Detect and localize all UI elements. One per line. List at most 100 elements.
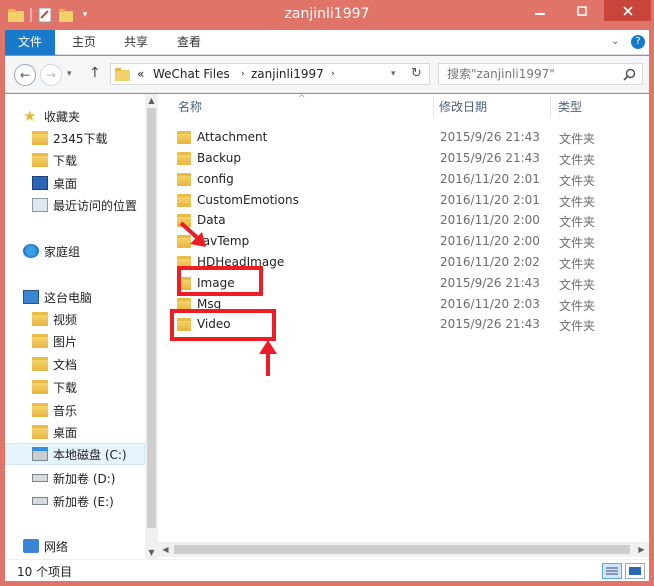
nav-item-drive-c[interactable]: 本地磁盘 (C:) — [5, 443, 145, 465]
desktop-icon — [32, 176, 48, 190]
scrollbar-thumb[interactable] — [147, 108, 156, 528]
window-icon[interactable] — [8, 6, 24, 24]
table-row[interactable]: FavTemp 2016/11/20 2:00 文件夹 — [173, 231, 643, 252]
tab-file[interactable]: 文件 — [5, 30, 55, 55]
ribbon-tabs: 文件 主页 共享 查看 ⌄ ? — [5, 30, 649, 55]
drive-icon — [32, 474, 48, 482]
network-icon — [23, 539, 39, 553]
desktop-folder-icon — [32, 425, 48, 439]
search-box[interactable] — [438, 63, 643, 85]
folder-icon — [177, 152, 191, 165]
recent-places-icon — [32, 198, 48, 212]
nav-item-drive-d[interactable]: 新加卷 (D:) — [5, 467, 145, 489]
nav-item-desktop-pc[interactable]: 桌面 — [5, 421, 145, 443]
maximize-button[interactable] — [562, 0, 602, 21]
scroll-left-icon[interactable]: ◀ — [158, 542, 173, 557]
nav-item-music[interactable]: 音乐 — [5, 399, 145, 421]
navigation-bar: ← → ▾ ↑ « WeChat Files › zanjinli1997 › … — [5, 56, 649, 93]
drive-icon — [32, 497, 48, 505]
column-header-name[interactable]: 名称 — [178, 94, 202, 120]
system-drive-icon — [32, 447, 48, 461]
nav-item-pictures[interactable]: 图片 — [5, 330, 145, 352]
toolbar-divider — [30, 8, 32, 22]
recent-locations-dropdown-icon[interactable]: ▾ — [67, 69, 72, 79]
breadcrumb-chevron-icon[interactable]: › — [331, 69, 335, 79]
item-count: 10 个项目 — [17, 565, 73, 579]
table-row[interactable]: config 2016/11/20 2:01 文件夹 — [173, 169, 643, 190]
ribbon-expand-icon[interactable]: ⌄ — [611, 36, 619, 47]
title-bar: ▾ zanjinli1997 — [0, 0, 654, 30]
star-icon: ★ — [23, 107, 37, 125]
nav-item-2345-download[interactable]: 2345下载 — [5, 127, 145, 149]
address-segment-wechat-files[interactable]: WeChat Files — [153, 67, 230, 81]
download-folder-icon — [32, 380, 48, 394]
pictures-folder-icon — [32, 334, 48, 348]
new-folder-icon[interactable] — [58, 6, 74, 24]
address-bar[interactable]: « WeChat Files › zanjinli1997 › ▾ ↻ — [110, 63, 430, 85]
nav-pane-scrollbar[interactable]: ▲ ▼ — [145, 94, 158, 559]
table-row[interactable]: CustomEmotions 2016/11/20 2:01 文件夹 — [173, 190, 643, 211]
nav-item-documents[interactable]: 文档 — [5, 353, 145, 375]
column-header-type[interactable]: 类型 — [558, 94, 582, 120]
download-folder-icon — [32, 153, 48, 167]
file-list: ^ 名称 修改日期 类型 Attachment 2015/9/26 21:43 … — [158, 94, 649, 559]
nav-item-downloads[interactable]: 下载 — [5, 149, 145, 171]
nav-item-network[interactable]: 网络 — [5, 535, 145, 557]
table-row[interactable]: Backup 2015/9/26 21:43 文件夹 — [173, 148, 643, 169]
tab-view[interactable]: 查看 — [168, 30, 210, 55]
tab-home[interactable]: 主页 — [63, 30, 105, 55]
status-bar: 10 个项目 — [5, 559, 649, 581]
minimize-button[interactable] — [520, 0, 560, 21]
quick-access-dropdown-icon[interactable]: ▾ — [79, 6, 91, 24]
large-icons-view-button[interactable] — [625, 563, 645, 579]
table-row[interactable]: Data 2016/11/20 2:00 文件夹 — [173, 210, 643, 231]
nav-item-videos[interactable]: 视频 — [5, 308, 145, 330]
address-segment-zanjinli1997[interactable]: zanjinli1997 — [251, 67, 324, 81]
address-overflow[interactable]: « — [137, 67, 144, 81]
navigation-pane: ★ 收藏夹 2345下载 下载 桌面 最近访问的位置 家庭组 这台电脑 视频 图… — [5, 94, 145, 559]
search-icon[interactable] — [623, 68, 636, 81]
back-button[interactable]: ← — [14, 64, 36, 86]
nav-item-homegroup[interactable]: 家庭组 — [5, 240, 145, 262]
nav-item-this-pc[interactable]: 这台电脑 — [5, 286, 145, 308]
help-icon[interactable]: ? — [631, 35, 645, 49]
column-divider[interactable] — [550, 96, 551, 118]
folder-icon — [177, 173, 191, 186]
highlight-box-video — [170, 309, 276, 341]
nav-item-desktop[interactable]: 桌面 — [5, 172, 145, 194]
red-arrow-icon — [179, 221, 206, 247]
properties-icon[interactable] — [37, 6, 53, 24]
details-view-icon — [606, 567, 618, 575]
forward-button[interactable]: → — [40, 64, 62, 86]
music-folder-icon — [32, 403, 48, 417]
close-icon — [622, 5, 633, 16]
videos-folder-icon — [32, 312, 48, 326]
nav-item-recent-places[interactable]: 最近访问的位置 — [5, 194, 145, 216]
sort-ascending-icon: ^ — [298, 94, 306, 104]
details-view-button[interactable] — [602, 563, 622, 579]
scroll-down-icon[interactable]: ▼ — [145, 546, 158, 559]
nav-item-favorites[interactable]: ★ 收藏夹 — [5, 105, 145, 127]
address-dropdown-icon[interactable]: ▾ — [391, 69, 396, 79]
refresh-icon[interactable]: ↻ — [411, 66, 422, 81]
scroll-right-icon[interactable]: ▶ — [634, 542, 649, 557]
search-input[interactable] — [447, 67, 617, 81]
column-divider[interactable] — [433, 96, 434, 118]
nav-item-downloads-pc[interactable]: 下载 — [5, 376, 145, 398]
scroll-up-icon[interactable]: ▲ — [145, 94, 158, 107]
column-header-date[interactable]: 修改日期 — [439, 94, 487, 120]
breadcrumb-chevron-icon[interactable]: › — [241, 69, 245, 79]
documents-folder-icon — [32, 357, 48, 371]
horizontal-scrollbar[interactable]: ◀ ▶ — [158, 542, 649, 557]
scrollbar-thumb[interactable] — [174, 545, 630, 554]
folder-icon — [177, 194, 191, 207]
table-row[interactable]: Attachment 2015/9/26 21:43 文件夹 — [173, 127, 643, 148]
red-arrow-icon — [259, 340, 277, 376]
tab-share[interactable]: 共享 — [115, 30, 157, 55]
minimize-icon — [535, 12, 545, 15]
up-button[interactable]: ↑ — [89, 65, 101, 81]
computer-icon — [23, 290, 39, 304]
close-button[interactable] — [604, 0, 651, 21]
explorer-main: ★ 收藏夹 2345下载 下载 桌面 最近访问的位置 家庭组 这台电脑 视频 图… — [5, 94, 649, 559]
nav-item-drive-e[interactable]: 新加卷 (E:) — [5, 490, 145, 512]
